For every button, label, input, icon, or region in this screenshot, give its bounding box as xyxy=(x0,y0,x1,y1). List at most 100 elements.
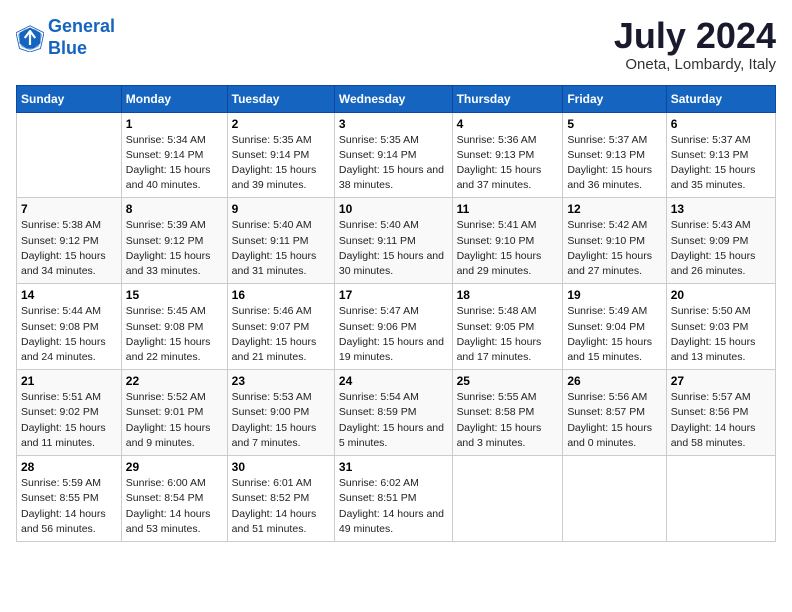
day-info: Sunrise: 5:42 AMSunset: 9:10 PMDaylight:… xyxy=(567,218,661,279)
weekday-header: Monday xyxy=(121,85,227,112)
calendar-table: SundayMondayTuesdayWednesdayThursdayFrid… xyxy=(16,85,776,542)
calendar-week-row: 1 Sunrise: 5:34 AMSunset: 9:14 PMDaylight… xyxy=(17,112,776,198)
day-number: 5 xyxy=(567,117,661,131)
day-number: 13 xyxy=(671,202,771,216)
day-info: Sunrise: 5:37 AMSunset: 9:13 PMDaylight:… xyxy=(567,133,661,194)
calendar-cell: 25 Sunrise: 5:55 AMSunset: 8:58 PMDayligh… xyxy=(452,370,563,456)
day-info: Sunrise: 5:46 AMSunset: 9:07 PMDaylight:… xyxy=(232,304,330,365)
day-info: Sunrise: 6:02 AMSunset: 8:51 PMDaylight:… xyxy=(339,476,448,537)
calendar-cell: 7Sunrise: 5:38 AMSunset: 9:12 PMDaylight… xyxy=(17,198,122,284)
day-number: 3 xyxy=(339,117,448,131)
day-number: 4 xyxy=(457,117,559,131)
day-number: 12 xyxy=(567,202,661,216)
calendar-cell: 16Sunrise: 5:46 AMSunset: 9:07 PMDayligh… xyxy=(227,284,334,370)
day-number: 24 xyxy=(339,374,448,388)
day-info: Sunrise: 5:49 AMSunset: 9:04 PMDaylight:… xyxy=(567,304,661,365)
weekday-header: Sunday xyxy=(17,85,122,112)
calendar-cell: 1 Sunrise: 5:34 AMSunset: 9:14 PMDaylight… xyxy=(121,112,227,198)
day-info: Sunrise: 5:40 AMSunset: 9:11 PMDaylight:… xyxy=(339,218,448,279)
day-info: Sunrise: 5:55 AMSunset: 8:58 PMDaylight:… xyxy=(457,390,559,451)
logo: General Blue xyxy=(16,16,115,59)
calendar-cell: 19 Sunrise: 5:49 AMSunset: 9:04 PMDayligh… xyxy=(563,284,666,370)
calendar-cell: 10 Sunrise: 5:40 AMSunset: 9:11 PMDayligh… xyxy=(334,198,452,284)
calendar-cell: 15Sunrise: 5:45 AMSunset: 9:08 PMDayligh… xyxy=(121,284,227,370)
day-number: 10 xyxy=(339,202,448,216)
day-number: 6 xyxy=(671,117,771,131)
day-number: 7 xyxy=(21,202,117,216)
calendar-cell: 27Sunrise: 5:57 AMSunset: 8:56 PMDayligh… xyxy=(666,370,775,456)
calendar-cell: 30Sunrise: 6:01 AMSunset: 8:52 PMDayligh… xyxy=(227,456,334,542)
calendar-cell: 11Sunrise: 5:41 AMSunset: 9:10 PMDayligh… xyxy=(452,198,563,284)
calendar-cell: 5 Sunrise: 5:37 AMSunset: 9:13 PMDaylight… xyxy=(563,112,666,198)
logo-icon xyxy=(16,24,44,52)
calendar-cell: 21Sunrise: 5:51 AMSunset: 9:02 PMDayligh… xyxy=(17,370,122,456)
weekday-header: Tuesday xyxy=(227,85,334,112)
calendar-week-row: 28 Sunrise: 5:59 AMSunset: 8:55 PMDayligh… xyxy=(17,456,776,542)
weekday-header: Friday xyxy=(563,85,666,112)
day-number: 29 xyxy=(126,460,223,474)
calendar-cell: 9Sunrise: 5:40 AMSunset: 9:11 PMDaylight… xyxy=(227,198,334,284)
calendar-cell: 6 Sunrise: 5:37 AMSunset: 9:13 PMDaylight… xyxy=(666,112,775,198)
calendar-cell: 8 Sunrise: 5:39 AMSunset: 9:12 PMDaylight… xyxy=(121,198,227,284)
title-area: July 2024 Oneta, Lombardy, Italy xyxy=(614,16,776,73)
day-info: Sunrise: 5:59 AMSunset: 8:55 PMDaylight:… xyxy=(21,476,117,537)
calendar-cell: 17 Sunrise: 5:47 AMSunset: 9:06 PMDayligh… xyxy=(334,284,452,370)
day-info: Sunrise: 5:53 AMSunset: 9:00 PMDaylight:… xyxy=(232,390,330,451)
day-info: Sunrise: 5:36 AMSunset: 9:13 PMDaylight:… xyxy=(457,133,559,194)
day-info: Sunrise: 5:47 AMSunset: 9:06 PMDaylight:… xyxy=(339,304,448,365)
day-number: 23 xyxy=(232,374,330,388)
day-info: Sunrise: 5:56 AMSunset: 8:57 PMDaylight:… xyxy=(567,390,661,451)
calendar-cell: 23 Sunrise: 5:53 AMSunset: 9:00 PMDayligh… xyxy=(227,370,334,456)
day-info: Sunrise: 5:34 AMSunset: 9:14 PMDaylight:… xyxy=(126,133,223,194)
day-info: Sunrise: 5:48 AMSunset: 9:05 PMDaylight:… xyxy=(457,304,559,365)
day-info: Sunrise: 6:00 AMSunset: 8:54 PMDaylight:… xyxy=(126,476,223,537)
day-number: 8 xyxy=(126,202,223,216)
day-number: 1 xyxy=(126,117,223,131)
day-number: 25 xyxy=(457,374,559,388)
calendar-cell xyxy=(666,456,775,542)
day-number: 14 xyxy=(21,288,117,302)
day-number: 27 xyxy=(671,374,771,388)
day-info: Sunrise: 5:52 AMSunset: 9:01 PMDaylight:… xyxy=(126,390,223,451)
calendar-cell xyxy=(17,112,122,198)
day-number: 2 xyxy=(232,117,330,131)
day-number: 18 xyxy=(457,288,559,302)
day-number: 19 xyxy=(567,288,661,302)
calendar-week-row: 14Sunrise: 5:44 AMSunset: 9:08 PMDayligh… xyxy=(17,284,776,370)
day-info: Sunrise: 5:41 AMSunset: 9:10 PMDaylight:… xyxy=(457,218,559,279)
calendar-cell xyxy=(452,456,563,542)
location: Oneta, Lombardy, Italy xyxy=(614,56,776,73)
calendar-cell: 12 Sunrise: 5:42 AMSunset: 9:10 PMDayligh… xyxy=(563,198,666,284)
month-title: July 2024 xyxy=(614,16,776,56)
logo-name: General Blue xyxy=(48,16,115,59)
day-info: Sunrise: 5:35 AMSunset: 9:14 PMDaylight:… xyxy=(339,133,448,194)
weekday-header: Wednesday xyxy=(334,85,452,112)
calendar-cell: 2Sunrise: 5:35 AMSunset: 9:14 PMDaylight… xyxy=(227,112,334,198)
day-number: 20 xyxy=(671,288,771,302)
page-header: General Blue July 2024 Oneta, Lombardy, … xyxy=(16,16,776,73)
calendar-cell: 24 Sunrise: 5:54 AMSunset: 8:59 PMDayligh… xyxy=(334,370,452,456)
calendar-cell: 22 Sunrise: 5:52 AMSunset: 9:01 PMDayligh… xyxy=(121,370,227,456)
day-number: 17 xyxy=(339,288,448,302)
day-number: 26 xyxy=(567,374,661,388)
calendar-cell: 29 Sunrise: 6:00 AMSunset: 8:54 PMDayligh… xyxy=(121,456,227,542)
day-number: 22 xyxy=(126,374,223,388)
calendar-cell: 20 Sunrise: 5:50 AMSunset: 9:03 PMDayligh… xyxy=(666,284,775,370)
day-info: Sunrise: 5:39 AMSunset: 9:12 PMDaylight:… xyxy=(126,218,223,279)
calendar-cell: 28 Sunrise: 5:59 AMSunset: 8:55 PMDayligh… xyxy=(17,456,122,542)
day-info: Sunrise: 5:43 AMSunset: 9:09 PMDaylight:… xyxy=(671,218,771,279)
day-number: 28 xyxy=(21,460,117,474)
calendar-cell: 4 Sunrise: 5:36 AMSunset: 9:13 PMDaylight… xyxy=(452,112,563,198)
day-info: Sunrise: 5:54 AMSunset: 8:59 PMDaylight:… xyxy=(339,390,448,451)
calendar-cell: 26 Sunrise: 5:56 AMSunset: 8:57 PMDayligh… xyxy=(563,370,666,456)
day-number: 9 xyxy=(232,202,330,216)
day-info: Sunrise: 5:50 AMSunset: 9:03 PMDaylight:… xyxy=(671,304,771,365)
weekday-header: Saturday xyxy=(666,85,775,112)
day-info: Sunrise: 5:51 AMSunset: 9:02 PMDaylight:… xyxy=(21,390,117,451)
day-number: 31 xyxy=(339,460,448,474)
day-info: Sunrise: 5:37 AMSunset: 9:13 PMDaylight:… xyxy=(671,133,771,194)
day-number: 15 xyxy=(126,288,223,302)
weekday-header-row: SundayMondayTuesdayWednesdayThursdayFrid… xyxy=(17,85,776,112)
weekday-header: Thursday xyxy=(452,85,563,112)
calendar-week-row: 7Sunrise: 5:38 AMSunset: 9:12 PMDaylight… xyxy=(17,198,776,284)
